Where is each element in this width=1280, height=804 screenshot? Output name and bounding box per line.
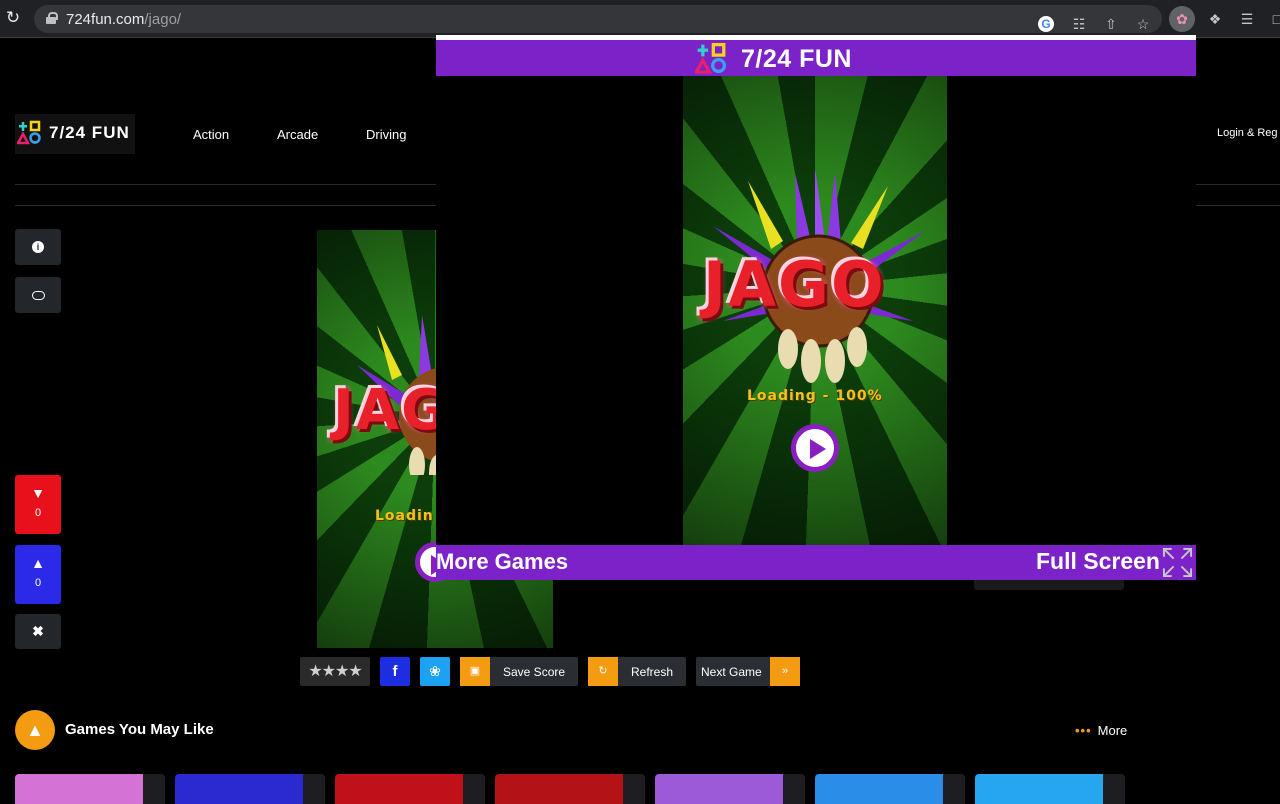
fullscreen-button[interactable]: ✖	[15, 614, 61, 649]
next-arrow-icon: »	[770, 657, 800, 686]
more-dots-icon: •••	[1075, 723, 1092, 738]
info-icon: i	[32, 241, 44, 253]
browser-toolbar: ↻ 724fun.com/jago/ G ☷ ⇧ ☆ ✿ ❖ ☰ □	[0, 0, 1280, 38]
nav-action[interactable]: Action	[193, 127, 229, 142]
twitter-icon: ❀	[429, 663, 441, 679]
play-button[interactable]	[791, 424, 839, 472]
extension-active-icon[interactable]: ✿	[1169, 6, 1195, 32]
save-icon: ▣	[460, 657, 490, 686]
next-game-button[interactable]: Next Game »	[696, 657, 800, 686]
more-link[interactable]: ••• More	[1075, 723, 1127, 738]
thumbs-up-icon: ▲	[15, 710, 55, 750]
twitter-share-button[interactable]: ❀	[420, 657, 450, 686]
fullscreen-arrows-icon[interactable]	[1162, 547, 1193, 578]
next-game-label: Next Game	[701, 665, 762, 679]
bookmark-star-icon[interactable]: ☆	[1134, 15, 1152, 33]
address-bar[interactable]: 724fun.com/jago/ G ☷ ⇧ ☆	[34, 5, 1162, 33]
nav-driving[interactable]: Driving	[366, 127, 406, 142]
refresh-icon: ↻	[588, 657, 618, 686]
like-count: 0	[34, 577, 42, 589]
site-logo[interactable]: 7/24 FUN	[15, 114, 135, 154]
chat-icon	[31, 290, 45, 300]
section-title: Games You May Like	[65, 721, 214, 738]
facebook-share-button[interactable]: f	[380, 657, 410, 686]
logo-shapes-icon	[17, 120, 41, 145]
translate-icon[interactable]: ☷	[1070, 15, 1088, 33]
overlay-title: 7/24 FUN	[741, 45, 852, 73]
expand-icon: ✖	[32, 623, 44, 639]
refresh-button[interactable]: ↻ Refresh	[588, 657, 686, 686]
login-register-link[interactable]: Login & Reg	[1217, 127, 1278, 139]
google-icon[interactable]: G	[1038, 16, 1054, 32]
extensions-puzzle-icon[interactable]: ❖	[1206, 10, 1224, 28]
nav-arcade[interactable]: Arcade	[277, 127, 318, 142]
url-text[interactable]: 724fun.com/jago/	[66, 11, 181, 28]
media-queue-icon[interactable]: ☰	[1238, 10, 1256, 28]
loading-text: Loading - 100%	[747, 388, 883, 404]
info-button[interactable]: i	[15, 229, 61, 265]
overlay-header: 7/24 FUN	[436, 40, 1196, 76]
dislike-button[interactable]: ▼ 0	[15, 475, 61, 534]
thumbs-down-icon: ▼	[31, 485, 45, 501]
lock-icon	[46, 12, 58, 24]
comments-button[interactable]	[15, 277, 61, 313]
full-screen-link[interactable]: Full Screen	[1036, 548, 1160, 575]
game-title-art: JAGO	[703, 248, 886, 321]
rating-stars[interactable]: ★★★★	[300, 657, 370, 686]
facebook-icon: f	[392, 663, 398, 680]
dislike-count: 0	[34, 507, 42, 519]
overlay-footer: More Games Full Screen	[436, 545, 1196, 580]
refresh-label: Refresh	[631, 665, 674, 679]
loading-text-partial: Loadin	[375, 508, 434, 524]
more-games-link[interactable]: More Games	[436, 549, 568, 575]
thumbs-up-icon: ▲	[31, 555, 45, 571]
save-score-label: Save Score	[503, 665, 566, 679]
share-icon[interactable]: ⇧	[1102, 15, 1120, 33]
logo-shapes-icon	[695, 42, 727, 74]
logo-text: 7/24 FUN	[49, 123, 130, 142]
side-panel-icon[interactable]: □	[1268, 10, 1280, 28]
reload-icon[interactable]: ↻	[4, 9, 22, 27]
like-button[interactable]: ▲ 0	[15, 545, 61, 604]
game-canvas[interactable]: JAGO Loading - 100%	[683, 76, 947, 545]
more-label: More	[1097, 723, 1128, 738]
save-score-button[interactable]: ▣ Save Score	[460, 657, 578, 686]
